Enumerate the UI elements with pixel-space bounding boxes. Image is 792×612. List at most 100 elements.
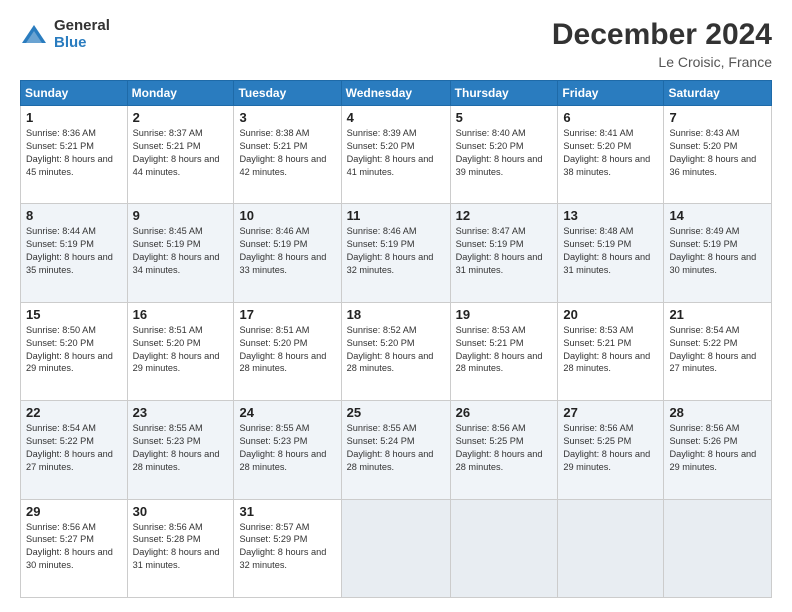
day-number: 5 — [456, 110, 553, 125]
day-number: 21 — [669, 307, 766, 322]
logo-general-text: General — [54, 18, 110, 35]
calendar-cell: 31 Sunrise: 8:57 AMSunset: 5:29 PMDayligh… — [234, 499, 341, 597]
calendar-cell: 14Sunrise: 8:49 AMSunset: 5:19 PMDayligh… — [664, 204, 772, 302]
weekday-header: Thursday — [450, 81, 558, 106]
calendar-week-row: 1 Sunrise: 8:36 AMSunset: 5:21 PMDaylight… — [21, 106, 772, 204]
calendar-cell: 27Sunrise: 8:56 AMSunset: 5:25 PMDayligh… — [558, 401, 664, 499]
day-number: 19 — [456, 307, 553, 322]
weekday-header: Sunday — [21, 81, 128, 106]
weekday-header: Monday — [127, 81, 234, 106]
day-number: 9 — [133, 208, 229, 223]
day-number: 23 — [133, 405, 229, 420]
calendar-week-row: 22 Sunrise: 8:54 AMSunset: 5:22 PMDayligh… — [21, 401, 772, 499]
cell-text: Sunrise: 8:55 AMSunset: 5:24 PMDaylight:… — [347, 423, 434, 472]
cell-text: Sunrise: 8:53 AMSunset: 5:21 PMDaylight:… — [456, 325, 543, 374]
day-number: 31 — [239, 504, 335, 519]
header: General Blue December 2024 Le Croisic, F… — [20, 18, 772, 70]
cell-text: Sunrise: 8:56 AMSunset: 5:27 PMDaylight:… — [26, 522, 113, 571]
calendar-cell: 1 Sunrise: 8:36 AMSunset: 5:21 PMDaylight… — [21, 106, 128, 204]
cell-text: Sunrise: 8:46 AMSunset: 5:19 PMDaylight:… — [239, 226, 326, 275]
day-number: 22 — [26, 405, 122, 420]
day-number: 10 — [239, 208, 335, 223]
logo-blue-text: Blue — [54, 35, 110, 52]
calendar-cell: 9 Sunrise: 8:45 AMSunset: 5:19 PMDaylight… — [127, 204, 234, 302]
day-number: 11 — [347, 208, 445, 223]
cell-text: Sunrise: 8:44 AMSunset: 5:19 PMDaylight:… — [26, 226, 113, 275]
day-number: 4 — [347, 110, 445, 125]
cell-text: Sunrise: 8:37 AMSunset: 5:21 PMDaylight:… — [133, 128, 220, 177]
calendar-cell: 23 Sunrise: 8:55 AMSunset: 5:23 PMDayligh… — [127, 401, 234, 499]
day-number: 29 — [26, 504, 122, 519]
weekday-header-row: SundayMondayTuesdayWednesdayThursdayFrid… — [21, 81, 772, 106]
calendar-cell: 21 Sunrise: 8:54 AMSunset: 5:22 PMDayligh… — [664, 302, 772, 400]
cell-text: Sunrise: 8:52 AMSunset: 5:20 PMDaylight:… — [347, 325, 434, 374]
calendar-cell: 3 Sunrise: 8:38 AMSunset: 5:21 PMDaylight… — [234, 106, 341, 204]
cell-text: Sunrise: 8:57 AMSunset: 5:29 PMDaylight:… — [239, 522, 326, 571]
day-number: 20 — [563, 307, 658, 322]
day-number: 15 — [26, 307, 122, 322]
cell-text: Sunrise: 8:50 AMSunset: 5:20 PMDaylight:… — [26, 325, 113, 374]
calendar-cell: 24 Sunrise: 8:55 AMSunset: 5:23 PMDayligh… — [234, 401, 341, 499]
calendar-cell — [664, 499, 772, 597]
calendar-cell: 10 Sunrise: 8:46 AMSunset: 5:19 PMDayligh… — [234, 204, 341, 302]
calendar-cell: 15 Sunrise: 8:50 AMSunset: 5:20 PMDayligh… — [21, 302, 128, 400]
cell-text: Sunrise: 8:55 AMSunset: 5:23 PMDaylight:… — [133, 423, 220, 472]
calendar-cell: 8Sunrise: 8:44 AMSunset: 5:19 PMDaylight… — [21, 204, 128, 302]
day-number: 26 — [456, 405, 553, 420]
calendar-week-row: 15 Sunrise: 8:50 AMSunset: 5:20 PMDayligh… — [21, 302, 772, 400]
day-number: 1 — [26, 110, 122, 125]
cell-text: Sunrise: 8:45 AMSunset: 5:19 PMDaylight:… — [133, 226, 220, 275]
logo: General Blue — [20, 18, 110, 51]
day-number: 27 — [563, 405, 658, 420]
calendar-cell: 2 Sunrise: 8:37 AMSunset: 5:21 PMDaylight… — [127, 106, 234, 204]
day-number: 12 — [456, 208, 553, 223]
cell-text: Sunrise: 8:56 AMSunset: 5:25 PMDaylight:… — [456, 423, 543, 472]
calendar-cell: 5Sunrise: 8:40 AMSunset: 5:20 PMDaylight… — [450, 106, 558, 204]
day-number: 14 — [669, 208, 766, 223]
day-number: 24 — [239, 405, 335, 420]
cell-text: Sunrise: 8:38 AMSunset: 5:21 PMDaylight:… — [239, 128, 326, 177]
day-number: 2 — [133, 110, 229, 125]
cell-text: Sunrise: 8:53 AMSunset: 5:21 PMDaylight:… — [563, 325, 650, 374]
calendar-cell: 22 Sunrise: 8:54 AMSunset: 5:22 PMDayligh… — [21, 401, 128, 499]
calendar-cell: 7Sunrise: 8:43 AMSunset: 5:20 PMDaylight… — [664, 106, 772, 204]
calendar-cell: 11Sunrise: 8:46 AMSunset: 5:19 PMDayligh… — [341, 204, 450, 302]
day-number: 30 — [133, 504, 229, 519]
calendar-cell: 29 Sunrise: 8:56 AMSunset: 5:27 PMDayligh… — [21, 499, 128, 597]
calendar-cell: 25Sunrise: 8:55 AMSunset: 5:24 PMDayligh… — [341, 401, 450, 499]
calendar-cell: 30 Sunrise: 8:56 AMSunset: 5:28 PMDayligh… — [127, 499, 234, 597]
cell-text: Sunrise: 8:39 AMSunset: 5:20 PMDaylight:… — [347, 128, 434, 177]
calendar-cell — [450, 499, 558, 597]
calendar-cell: 6Sunrise: 8:41 AMSunset: 5:20 PMDaylight… — [558, 106, 664, 204]
calendar-table: SundayMondayTuesdayWednesdayThursdayFrid… — [20, 80, 772, 598]
cell-text: Sunrise: 8:56 AMSunset: 5:26 PMDaylight:… — [669, 423, 756, 472]
cell-text: Sunrise: 8:48 AMSunset: 5:19 PMDaylight:… — [563, 226, 650, 275]
day-number: 17 — [239, 307, 335, 322]
calendar-cell: 20 Sunrise: 8:53 AMSunset: 5:21 PMDayligh… — [558, 302, 664, 400]
day-number: 16 — [133, 307, 229, 322]
cell-text: Sunrise: 8:41 AMSunset: 5:20 PMDaylight:… — [563, 128, 650, 177]
weekday-header: Wednesday — [341, 81, 450, 106]
day-number: 28 — [669, 405, 766, 420]
day-number: 13 — [563, 208, 658, 223]
cell-text: Sunrise: 8:54 AMSunset: 5:22 PMDaylight:… — [669, 325, 756, 374]
day-number: 18 — [347, 307, 445, 322]
location: Le Croisic, France — [552, 54, 772, 70]
calendar-cell: 18 Sunrise: 8:52 AMSunset: 5:20 PMDayligh… — [341, 302, 450, 400]
calendar-week-row: 29 Sunrise: 8:56 AMSunset: 5:27 PMDayligh… — [21, 499, 772, 597]
day-number: 3 — [239, 110, 335, 125]
cell-text: Sunrise: 8:47 AMSunset: 5:19 PMDaylight:… — [456, 226, 543, 275]
calendar-cell: 19 Sunrise: 8:53 AMSunset: 5:21 PMDayligh… — [450, 302, 558, 400]
weekday-header: Tuesday — [234, 81, 341, 106]
calendar-week-row: 8Sunrise: 8:44 AMSunset: 5:19 PMDaylight… — [21, 204, 772, 302]
cell-text: Sunrise: 8:51 AMSunset: 5:20 PMDaylight:… — [133, 325, 220, 374]
cell-text: Sunrise: 8:54 AMSunset: 5:22 PMDaylight:… — [26, 423, 113, 472]
cell-text: Sunrise: 8:55 AMSunset: 5:23 PMDaylight:… — [239, 423, 326, 472]
calendar-cell: 13 Sunrise: 8:48 AMSunset: 5:19 PMDayligh… — [558, 204, 664, 302]
logo-icon — [20, 21, 48, 49]
cell-text: Sunrise: 8:36 AMSunset: 5:21 PMDaylight:… — [26, 128, 113, 177]
cell-text: Sunrise: 8:56 AMSunset: 5:28 PMDaylight:… — [133, 522, 220, 571]
calendar-cell: 17Sunrise: 8:51 AMSunset: 5:20 PMDayligh… — [234, 302, 341, 400]
weekday-header: Friday — [558, 81, 664, 106]
calendar-cell: 12 Sunrise: 8:47 AMSunset: 5:19 PMDayligh… — [450, 204, 558, 302]
